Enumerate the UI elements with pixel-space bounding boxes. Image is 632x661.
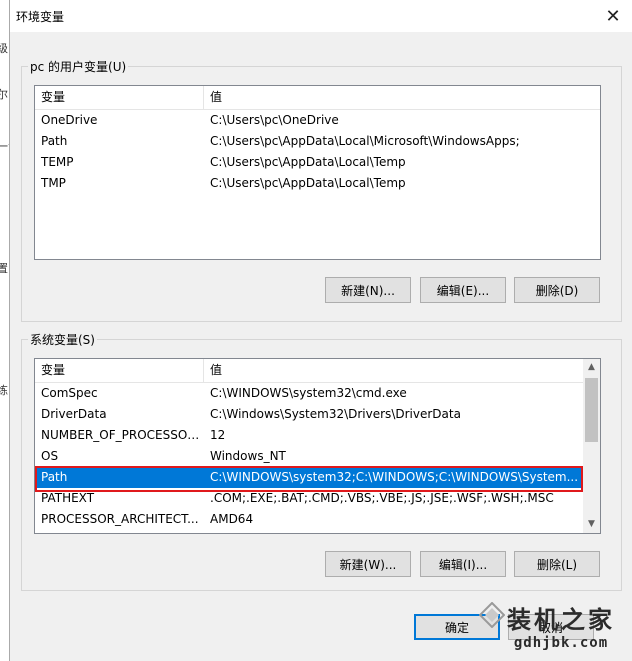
user-variables-list[interactable]: 变量 值 OneDrive C:\Users\pc\OneDrive Path C:\… bbox=[34, 85, 601, 260]
variable-name-cell: PROCESSOR_ARCHITECT... bbox=[41, 512, 199, 526]
table-row[interactable]: OneDrive C:\Users\pc\OneDrive bbox=[35, 110, 598, 131]
table-row[interactable]: ComSpec C:\WINDOWS\system32\cmd.exe bbox=[35, 383, 581, 404]
variable-name-cell: NUMBER_OF_PROCESSORS bbox=[41, 428, 203, 442]
variable-value-cell: Windows_NT bbox=[210, 449, 286, 463]
column-header-variable[interactable]: 变量 bbox=[35, 359, 201, 382]
column-header-value[interactable]: 值 bbox=[204, 86, 590, 109]
variable-name-cell: DriverData bbox=[41, 407, 107, 421]
system-delete-button[interactable]: 删除(L) bbox=[514, 551, 600, 577]
user-variables-label: pc 的用户变量(U) bbox=[30, 60, 127, 74]
column-header-variable[interactable]: 变量 bbox=[35, 86, 201, 109]
variable-value-cell: C:\Users\pc\OneDrive bbox=[210, 113, 339, 127]
watermark-logo-icon bbox=[479, 602, 505, 628]
environment-variables-dialog: 环境变量 ✕ pc 的用户变量(U) 变量 值 OneDrive C:\Users… bbox=[9, 0, 632, 661]
site-watermark: 装机之家 gdhjbk.com bbox=[479, 600, 615, 651]
title-bar: 环境变量 ✕ bbox=[10, 0, 632, 32]
close-button[interactable]: ✕ bbox=[601, 4, 625, 28]
table-row[interactable]: DriverData C:\Windows\System32\Drivers\Dr… bbox=[35, 404, 581, 425]
system-variables-label: 系统变量(S) bbox=[30, 333, 95, 347]
variable-value-cell: .COM;.EXE;.BAT;.CMD;.VBS;.VBE;.JS;.JSE;.… bbox=[210, 491, 554, 505]
close-icon: ✕ bbox=[605, 5, 621, 27]
variable-value-cell: C:\WINDOWS\system32;C:\WINDOWS;C:\WINDOW… bbox=[210, 470, 579, 484]
variable-value-cell: C:\Users\pc\AppData\Local\Microsoft\Wind… bbox=[210, 134, 520, 148]
bg-text-4: 置 bbox=[0, 260, 8, 276]
scroll-down-icon[interactable]: ▼ bbox=[583, 516, 600, 533]
variable-value-cell: C:\Users\pc\AppData\Local\Temp bbox=[210, 176, 406, 190]
table-row[interactable]: TMP C:\Users\pc\AppData\Local\Temp bbox=[35, 173, 598, 194]
variable-name-cell: TEMP bbox=[41, 155, 74, 169]
variable-name-cell: ComSpec bbox=[41, 386, 98, 400]
watermark-url: gdhjbk.com bbox=[513, 635, 609, 651]
variable-name-cell: OneDrive bbox=[41, 113, 98, 127]
watermark-name: 装机之家 bbox=[507, 605, 615, 634]
variable-value-cell: C:\WINDOWS\system32\cmd.exe bbox=[210, 386, 407, 400]
table-row[interactable]: OS Windows_NT bbox=[35, 446, 581, 467]
table-row[interactable]: Path C:\Users\pc\AppData\Local\Microsoft\… bbox=[35, 131, 598, 152]
bg-text-5: 练 bbox=[0, 382, 8, 398]
variable-name-cell: OS bbox=[41, 449, 59, 463]
variable-value-cell: C:\Windows\System32\Drivers\DriverData bbox=[210, 407, 461, 421]
table-row[interactable]: NUMBER_OF_PROCESSORS 12 bbox=[35, 425, 581, 446]
variable-name-cell: Path bbox=[41, 470, 68, 484]
user-edit-button[interactable]: 编辑(E)... bbox=[420, 277, 506, 303]
table-row[interactable]: TEMP C:\Users\pc\AppData\Local\Temp bbox=[35, 152, 598, 173]
bg-text-1: 级 bbox=[0, 40, 8, 56]
user-delete-button[interactable]: 删除(D) bbox=[514, 277, 600, 303]
system-list-header: 变量 值 bbox=[35, 359, 583, 383]
user-list-header: 变量 值 bbox=[35, 86, 600, 110]
variable-value-cell: 12 bbox=[210, 428, 226, 442]
table-row[interactable]: PATHEXT .COM;.EXE;.BAT;.CMD;.VBS;.VBE;.JS… bbox=[35, 488, 581, 509]
bg-text-2: 尔 bbox=[0, 86, 8, 102]
system-new-button[interactable]: 新建(W)... bbox=[325, 551, 411, 577]
variable-name-cell: TMP bbox=[41, 176, 66, 190]
variable-value-cell: C:\Users\pc\AppData\Local\Temp bbox=[210, 155, 406, 169]
scroll-thumb[interactable] bbox=[585, 378, 598, 442]
variable-name-cell: PATHEXT bbox=[41, 491, 95, 505]
scroll-up-icon[interactable]: ▲ bbox=[583, 359, 600, 376]
table-row[interactable]: Path C:\WINDOWS\system32;C:\WINDOWS;C:\WI… bbox=[35, 467, 581, 488]
system-edit-button[interactable]: 编辑(I)... bbox=[420, 551, 506, 577]
system-variables-list[interactable]: 变量 值 ComSpec C:\WINDOWS\system32\cmd.exe D… bbox=[34, 358, 601, 534]
variable-name-cell: Path bbox=[41, 134, 68, 148]
system-list-scrollbar[interactable]: ▲ ▼ bbox=[583, 359, 600, 533]
table-row[interactable]: PROCESSOR_ARCHITECT... AMD64 bbox=[35, 509, 581, 530]
user-new-button[interactable]: 新建(N)... bbox=[325, 277, 411, 303]
column-header-value[interactable]: 值 bbox=[204, 359, 580, 382]
window-title: 环境变量 bbox=[16, 10, 65, 24]
variable-value-cell: AMD64 bbox=[210, 512, 254, 526]
